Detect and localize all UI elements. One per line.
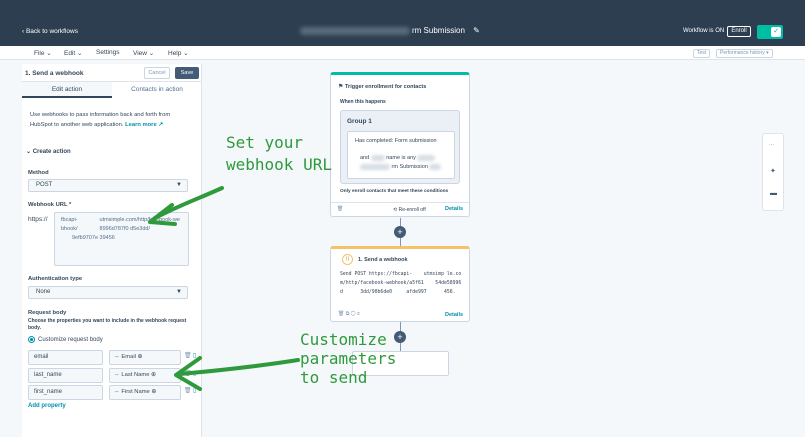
arrow-to-url-icon — [153, 186, 224, 220]
arrow-head-url-icon — [148, 203, 177, 226]
annotation-arrows — [148, 186, 300, 391]
arrow-to-params-icon — [178, 358, 300, 376]
